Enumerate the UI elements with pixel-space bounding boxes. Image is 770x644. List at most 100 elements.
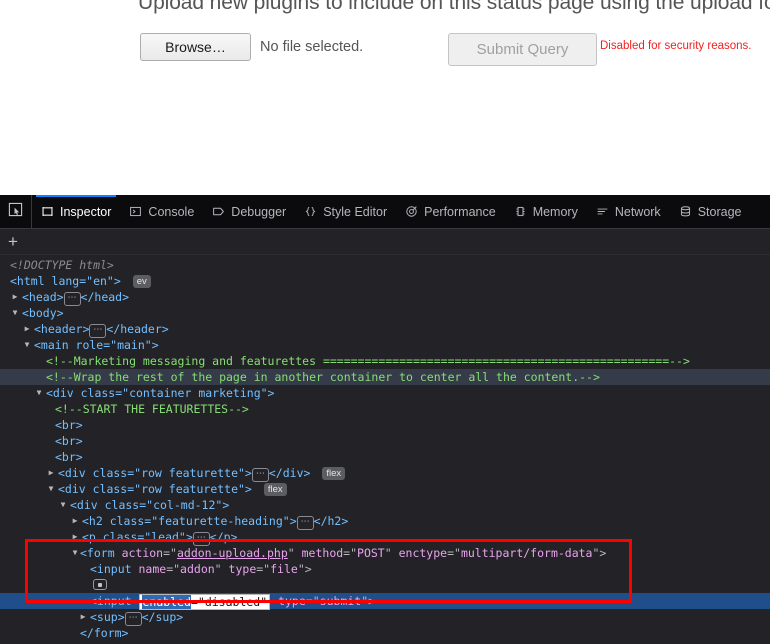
form-attr-enctype-name[interactable]: enctype	[399, 546, 447, 560]
attribute-editor-name[interactable]: enabled	[142, 595, 191, 609]
ellipsis-badge[interactable]: ⋯	[296, 516, 314, 530]
row-featurette-tag: <div class="row featurette">	[58, 482, 252, 496]
markup-line-comment-marketing[interactable]: <!--Marketing messaging and featurettes …	[0, 353, 770, 369]
h2-close-tag: </h2>	[313, 514, 349, 528]
tab-inspector[interactable]: Inspector	[32, 195, 120, 228]
markup-line-input-submit[interactable]: <input enabled="disabled" type="submit">	[0, 593, 770, 610]
br-tag: <br>	[55, 418, 83, 432]
markup-line-row-featurette-1[interactable]: ▶ <div class="row featurette"> ⋯ </div> fl…	[0, 465, 770, 482]
markup-line-br-3[interactable]: <br>	[0, 449, 770, 465]
form-attr-method-value[interactable]: POST	[357, 546, 385, 560]
twisty-collapsed-sup[interactable]: ▶	[78, 609, 88, 625]
tab-console[interactable]: Console	[120, 195, 203, 228]
add-node-icon[interactable]: +	[8, 233, 18, 250]
twisty-expanded-body[interactable]: ▼	[10, 305, 20, 321]
markup-line-p-lead[interactable]: ▶ <p class="lead"> ⋯ </p>	[0, 529, 770, 546]
twisty-collapsed-head[interactable]: ▶	[10, 289, 20, 305]
markup-line-head[interactable]: ▶ <head> ⋯ </head>	[0, 289, 770, 306]
form-attr-method-name[interactable]: method	[302, 546, 344, 560]
ellipsis-badge[interactable]: ⋯	[192, 532, 210, 546]
tab-storage[interactable]: Storage	[670, 195, 751, 228]
attribute-editor-value-text[interactable]: "disabled"	[198, 595, 267, 609]
main-tag: <main role="main">	[34, 338, 159, 352]
markup-line-doctype[interactable]: <!DOCTYPE html>	[0, 257, 770, 273]
markup-line-header[interactable]: ▶ <header> ⋯ </header>	[0, 321, 770, 338]
ellipsis-badge[interactable]: ⋯	[124, 612, 142, 626]
sup-close-tag: </sup>	[141, 610, 184, 624]
debugger-icon	[212, 205, 225, 218]
input-file-attr-type-value[interactable]: file	[270, 562, 298, 576]
p-lead-close-tag: </p>	[209, 530, 238, 544]
markup-line-div-close[interactable]: </div>	[0, 641, 770, 643]
event-badge[interactable]: ev	[132, 275, 151, 288]
element-picker-button[interactable]	[0, 195, 32, 228]
input-file-attr-name-name[interactable]: name	[138, 562, 166, 576]
markup-line-col-md-12[interactable]: ▼ <div class="col-md-12">	[0, 497, 770, 513]
browse-button[interactable]: Browse…	[140, 33, 251, 61]
twisty-expanded-col[interactable]: ▼	[58, 497, 68, 513]
flex-badge[interactable]: flex	[263, 483, 287, 496]
markup-line-form-close[interactable]: </form>	[0, 625, 770, 641]
tab-style-editor[interactable]: Style Editor	[295, 195, 396, 228]
div-close-tag: </div>	[70, 642, 112, 643]
markup-line-main[interactable]: ▼ <main role="main">	[0, 337, 770, 353]
twisty-expanded-container[interactable]: ▼	[34, 385, 44, 401]
markup-line-sup[interactable]: ▶ <sup> ⋯ </sup>	[0, 609, 770, 626]
row-featurette-tag: <div class="row featurette">	[58, 466, 252, 480]
tab-performance-label: Performance	[424, 204, 496, 219]
markup-line-br-2[interactable]: <br>	[0, 433, 770, 449]
ellipsis-badge[interactable]: ⋯	[63, 292, 81, 306]
markup-line-input-file[interactable]: <input name="addon" type="file">	[0, 561, 770, 577]
attribute-editor-value[interactable]: =	[191, 595, 198, 609]
markup-line-container-marketing[interactable]: ▼ <div class="container marketing">	[0, 385, 770, 401]
twisty-collapsed-h2[interactable]: ▶	[70, 513, 80, 529]
disabled-security-note: Disabled for security reasons.	[600, 40, 752, 52]
form-attr-action-name[interactable]: action	[122, 546, 164, 560]
twisty-expanded-form[interactable]: ▼	[70, 545, 80, 561]
twisty-collapsed-header[interactable]: ▶	[22, 321, 32, 337]
markup-line-h2[interactable]: ▶ <h2 class="featurette-heading"> ⋯ </h2>	[0, 513, 770, 530]
markup-line-comment-wrap[interactable]: <!--Wrap the rest of the page in another…	[0, 369, 770, 385]
markup-tree-view[interactable]: <!DOCTYPE html> <html lang="en"> ev ▶ <h…	[0, 255, 770, 643]
tab-network[interactable]: Network	[587, 195, 670, 228]
expand-dot-badge[interactable]	[93, 579, 107, 590]
network-icon	[596, 205, 609, 218]
tab-debugger[interactable]: Debugger	[203, 195, 295, 228]
row-featurette-close-tag: </div>	[268, 466, 311, 480]
twisty-collapsed-row-1[interactable]: ▶	[46, 465, 56, 481]
form-attr-enctype-value[interactable]: multipart/form-data	[461, 546, 593, 560]
input-file-attr-type-name[interactable]: type	[229, 562, 257, 576]
input-submit-attr-type-value[interactable]: submit	[320, 594, 362, 608]
input-file-attr-name-value[interactable]: addon	[180, 562, 215, 576]
ellipsis-badge[interactable]: ⋯	[251, 468, 269, 482]
twisty-expanded-main[interactable]: ▼	[22, 337, 32, 353]
submit-query-button[interactable]: Submit Query	[448, 33, 597, 66]
tab-console-label: Console	[148, 204, 195, 219]
markup-line-comment-featurettes[interactable]: <!--START THE FEATURETTES-->	[0, 401, 770, 417]
file-upload-control[interactable]: Browse… No file selected.	[140, 33, 363, 61]
comment-marketing: <!--Marketing messaging and featurettes …	[46, 354, 690, 368]
markup-line-row-featurette-2[interactable]: ▼ <div class="row featurette"> flex	[0, 481, 770, 497]
comment-wrap: <!--Wrap the rest of the page in another…	[46, 370, 600, 384]
br-tag: <br>	[55, 450, 83, 464]
form-attr-action-value[interactable]: addon-upload.php	[177, 546, 288, 560]
style-editor-icon	[304, 205, 317, 218]
devtools-toolbar: Inspector Console Debugger Style Editor …	[0, 195, 770, 229]
flex-badge[interactable]: flex	[322, 467, 346, 480]
tab-memory[interactable]: Memory	[505, 195, 587, 228]
markup-line-pseudo-badge[interactable]	[0, 577, 770, 593]
doctype-text: <!DOCTYPE html>	[10, 258, 114, 272]
tab-performance[interactable]: Performance	[396, 195, 505, 228]
input-submit-tag-open: <input	[90, 594, 132, 608]
twisty-expanded-row-2[interactable]: ▼	[46, 481, 56, 497]
attribute-editor-field[interactable]: enabled="disabled"	[139, 594, 271, 610]
markup-line-form[interactable]: ▼ <form action="addon-upload.php" method…	[0, 545, 770, 561]
twisty-collapsed-p[interactable]: ▶	[70, 529, 80, 545]
devtools-tab-bar[interactable]: Inspector Console Debugger Style Editor …	[32, 195, 770, 228]
markup-line-br-1[interactable]: <br>	[0, 417, 770, 433]
markup-line-body[interactable]: ▼ <body>	[0, 305, 770, 321]
ellipsis-badge[interactable]: ⋯	[89, 324, 107, 338]
comment-start-featurettes: <!--START THE FEATURETTES-->	[55, 402, 249, 416]
markup-line-html[interactable]: <html lang="en"> ev	[0, 273, 770, 289]
input-submit-attr-type-name[interactable]: type	[278, 594, 306, 608]
